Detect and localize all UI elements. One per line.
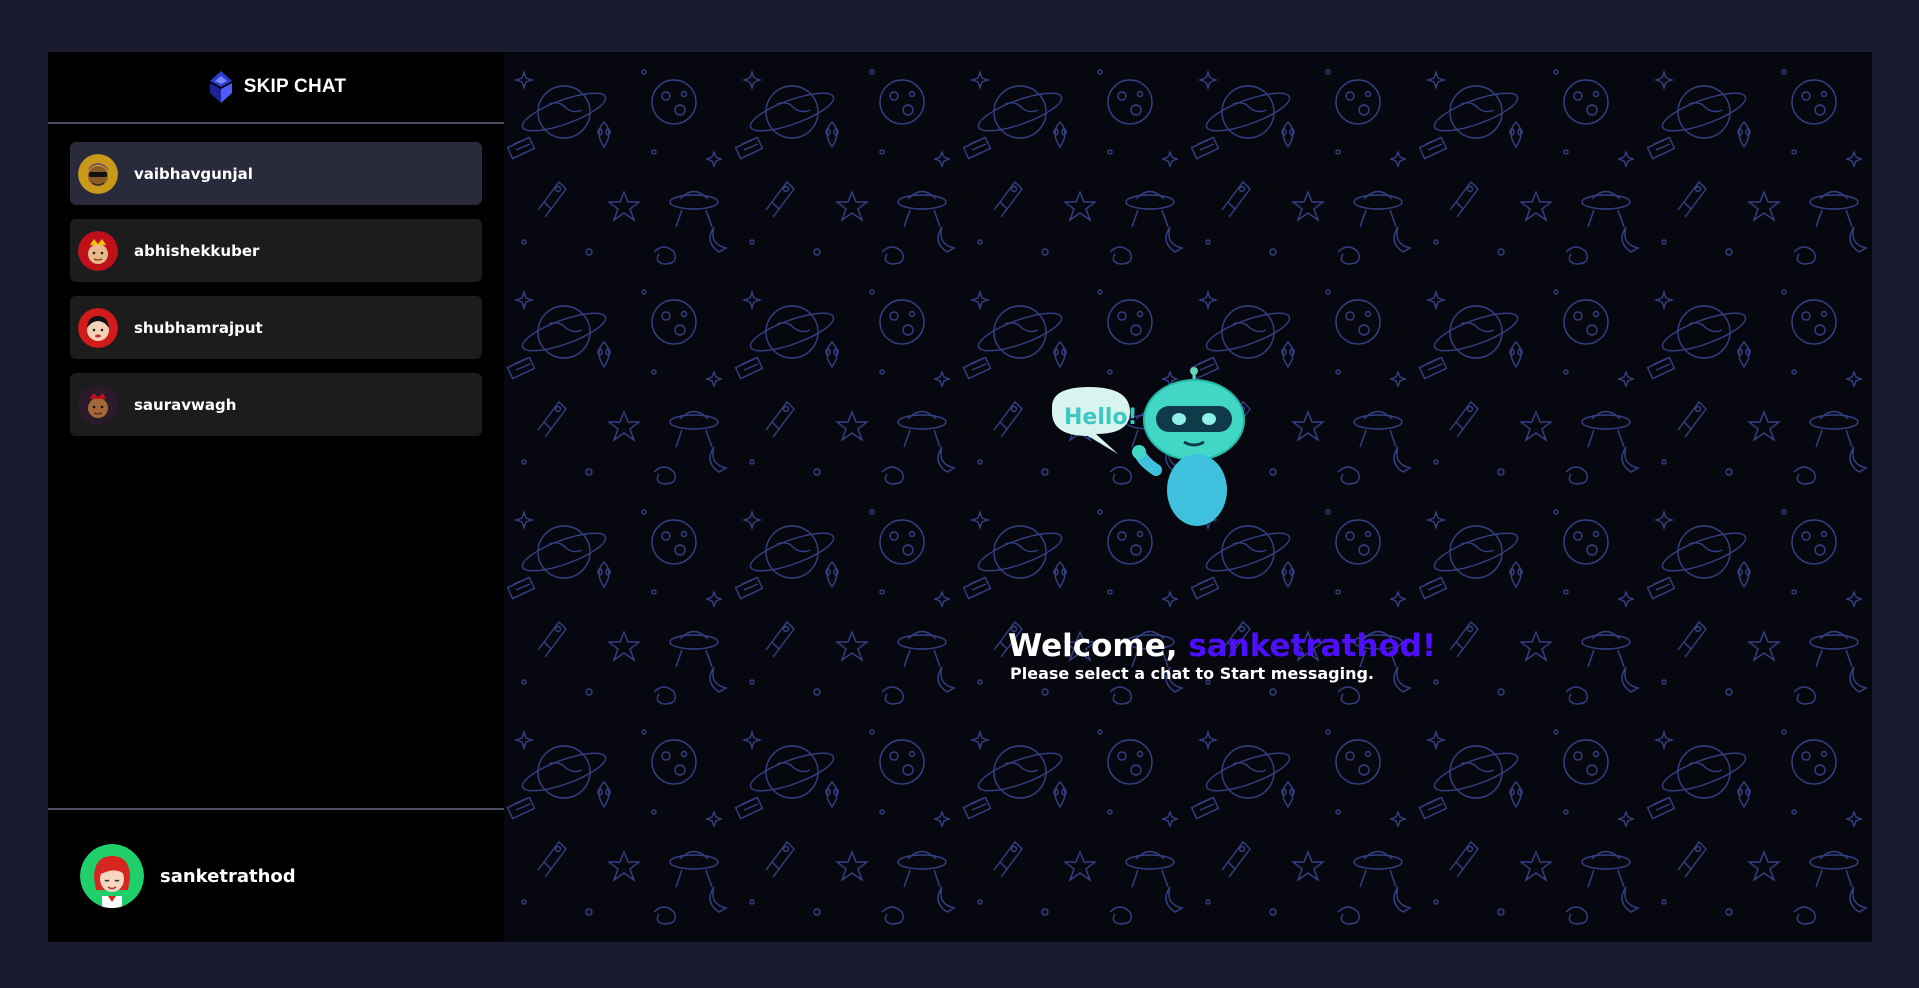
contact-name: sauravwagh xyxy=(134,395,237,414)
app-title: SKIP CHAT xyxy=(243,76,347,97)
user-avatar[interactable] xyxy=(80,844,144,908)
current-user-panel: sanketrathod xyxy=(48,808,504,942)
contact-item-shubhamrajput[interactable]: shubhamrajput xyxy=(70,296,482,359)
welcome-panel: Hello! Welcome, sanketrathod! Please sel… xyxy=(504,52,1872,942)
sidebar: SKIP CHAT vaibhavgunjal abhishekkuber sh… xyxy=(48,52,504,942)
contact-name: vaibhavgunjal xyxy=(134,164,253,183)
chat-app: SKIP CHAT vaibhavgunjal abhishekkuber sh… xyxy=(48,52,1872,942)
avatar xyxy=(78,384,118,425)
welcome-heading: Welcome, sanketrathod! xyxy=(1008,628,1436,664)
current-username: sanketrathod xyxy=(160,865,296,887)
avatar xyxy=(78,230,118,271)
svg-text:Hello!: Hello! xyxy=(1064,405,1138,430)
welcome-greeting: Welcome, xyxy=(1008,628,1189,664)
contact-list: vaibhavgunjal abhishekkuber shubhamrajpu… xyxy=(48,124,504,808)
brand-header: SKIP CHAT xyxy=(48,52,504,124)
contact-name: abhishekkuber xyxy=(134,241,260,260)
contact-item-vaibhavgunjal[interactable]: vaibhavgunjal xyxy=(70,142,482,205)
logo-icon xyxy=(209,71,232,103)
contact-item-sauravwagh[interactable]: sauravwagh xyxy=(70,373,482,436)
robot-mascot-icon: Hello! xyxy=(1052,367,1245,526)
avatar xyxy=(78,153,118,194)
contact-item-abhishekkuber[interactable]: abhishekkuber xyxy=(70,219,482,282)
contact-name: shubhamrajput xyxy=(134,318,263,337)
welcome-subtitle: Please select a chat to Start messaging. xyxy=(1010,664,1374,683)
welcome-content: Hello! Welcome, sanketrathod! Please sel… xyxy=(504,52,1872,942)
avatar xyxy=(78,307,118,348)
welcome-username: sanketrathod! xyxy=(1188,628,1437,664)
